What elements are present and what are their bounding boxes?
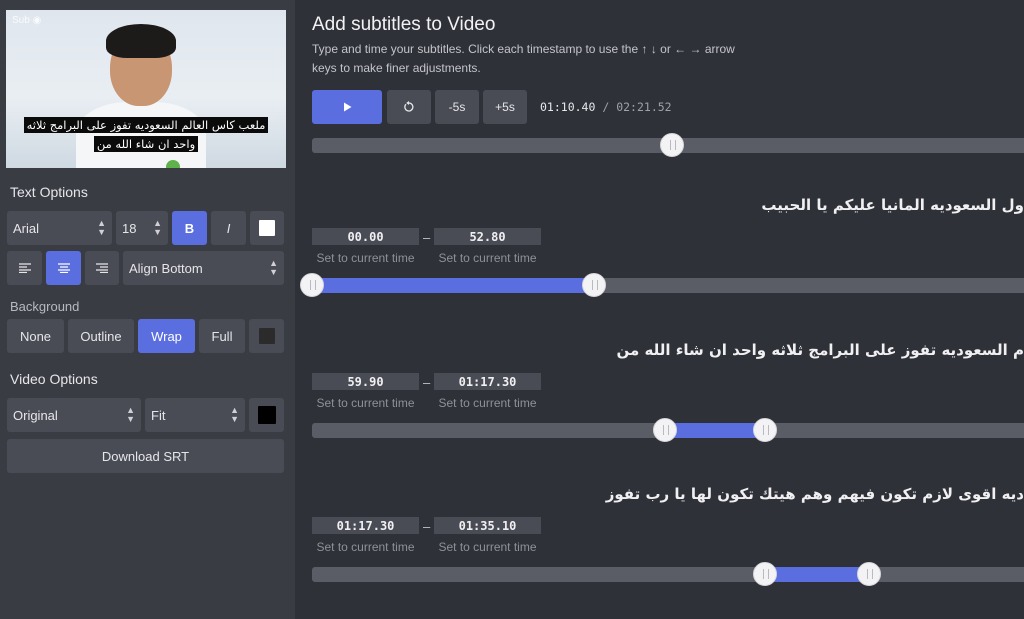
subtitle-1-start-time[interactable]: 00.00 [312,228,419,245]
video-logo-pin [166,160,180,168]
background-wrap-button[interactable]: Wrap [138,319,195,353]
subtitle-1-range-slider[interactable] [300,273,1024,297]
play-icon [343,102,351,112]
font-select[interactable]: Arial ▲ ▼ [7,211,112,245]
video-options-title: Video Options [10,371,98,387]
video-background-swatch [257,406,276,424]
background-color-button[interactable] [249,319,284,353]
subtitle-3-start-handle[interactable] [752,562,777,586]
align-right-icon [96,263,108,273]
subtitle-1-range-fill [312,278,595,293]
back-5s-button[interactable]: -5s [435,90,479,124]
video-caption-line-1: ملعب كاس العالم السعوديه تفوز على البرام… [6,117,286,133]
duration: 02:21.52 [616,100,672,114]
align-left-button[interactable] [7,251,42,285]
video-size-value: Original [13,407,58,423]
video-fit-value: Fit [151,407,166,423]
background-full-button[interactable]: Full [199,319,245,353]
subtitle-text-1[interactable]: ول السعوديه المانيا عليكم يا الحبيب [761,196,1024,214]
subtitle-text-2[interactable]: م السعوديه تفوز على البرامج ثلاثه واحد ا… [617,341,1024,359]
subtitle-2-start-handle[interactable] [652,418,677,442]
playback-scrubber[interactable] [312,133,1024,157]
video-caption-line-2: واحد ان شاء الله من [6,136,286,152]
subtitle-2-start-time[interactable]: 59.90 [312,373,419,390]
select-caret-icon: ▲ ▼ [97,218,106,237]
restart-icon [404,101,414,112]
subtitle-3-range-fill [764,567,870,582]
font-select-value: Arial [13,220,40,236]
subtitle-text-3[interactable]: ديه اقوى لازم تكون فيهم وهم هيتك تكون له… [606,485,1024,503]
range-dash: – [423,375,431,390]
select-caret-icon: ▲ ▼ [126,405,135,424]
subtitle-2-set-end-link[interactable]: Set to current time [434,396,541,410]
play-button[interactable] [312,90,382,124]
subtitle-1-end-time[interactable]: 52.80 [434,228,541,245]
subtitle-3-set-end-link[interactable]: Set to current time [434,540,541,554]
video-background-color-button[interactable] [249,398,284,432]
subtitle-2-end-handle[interactable] [752,418,777,442]
stepper-caret-icon: ▲ ▼ [153,218,162,237]
download-srt-button[interactable]: Download SRT [7,439,284,473]
subtitle-1-set-end-link[interactable]: Set to current time [434,251,541,265]
subtitle-3-start-time[interactable]: 01:17.30 [312,517,419,534]
subtitle-3-end-time[interactable]: 01:35.10 [434,517,541,534]
align-center-icon [57,263,70,273]
current-time: 01:10.40 [540,100,596,114]
subtitle-3-end-handle[interactable] [857,562,882,586]
time-readout: 01:10.40 / 02:21.52 [540,100,672,114]
background-color-swatch [258,328,275,344]
align-left-icon [18,263,31,273]
select-caret-icon: ▲ ▼ [269,258,278,277]
video-preview[interactable]: Sub ◉ ملعب كاس العالم السعوديه تفوز على … [6,10,286,168]
forward-5s-button[interactable]: +5s [483,90,527,124]
subtitle-2-set-start-link[interactable]: Set to current time [312,396,419,410]
background-title: Background [10,299,80,314]
text-color-swatch [259,220,275,236]
video-watermark: Sub ◉ [12,15,42,26]
text-color-button[interactable] [250,211,284,245]
subtitle-3-range-slider[interactable] [312,562,1024,586]
subtitle-2-end-time[interactable]: 01:17.30 [434,373,541,390]
restart-button[interactable] [387,90,431,124]
playback-handle[interactable] [660,133,684,157]
main-panel: Add subtitles to Video Type and time you… [295,0,1024,619]
position-select-value: Align Bottom [129,260,203,276]
font-size-stepper[interactable]: 18 ▲ ▼ [116,211,168,245]
page-title: Add subtitles to Video [312,14,496,35]
align-right-button[interactable] [85,251,119,285]
subtitle-2-range-fill [664,423,765,438]
subtitle-2-range-slider[interactable] [312,418,1024,442]
time-separator: / [602,100,610,114]
bold-button[interactable]: B [172,211,207,245]
background-outline-button[interactable]: Outline [68,319,134,353]
text-options-title: Text Options [10,184,88,200]
background-none-button[interactable]: None [7,319,64,353]
italic-button[interactable]: I [211,211,246,245]
video-fit-select[interactable]: Fit ▲ ▼ [145,398,245,432]
subtitle-3-set-start-link[interactable]: Set to current time [312,540,419,554]
sidebar: Sub ◉ ملعب كاس العالم السعوديه تفوز على … [0,0,295,619]
video-person-shirt [76,102,206,168]
subtitle-1-start-handle[interactable] [300,273,324,297]
page-description: Type and time your subtitles. Click each… [312,42,735,75]
video-person-hair [106,24,176,58]
video-size-select[interactable]: Original ▲ ▼ [7,398,141,432]
range-dash: – [423,230,431,245]
font-size-value: 18 [122,220,137,236]
select-caret-icon: ▲ ▼ [230,405,239,424]
align-center-button[interactable] [46,251,81,285]
subtitle-1-set-start-link[interactable]: Set to current time [312,251,419,265]
position-select[interactable]: Align Bottom ▲ ▼ [123,251,284,285]
range-dash: – [423,519,431,534]
subtitle-1-end-handle[interactable] [582,273,607,297]
